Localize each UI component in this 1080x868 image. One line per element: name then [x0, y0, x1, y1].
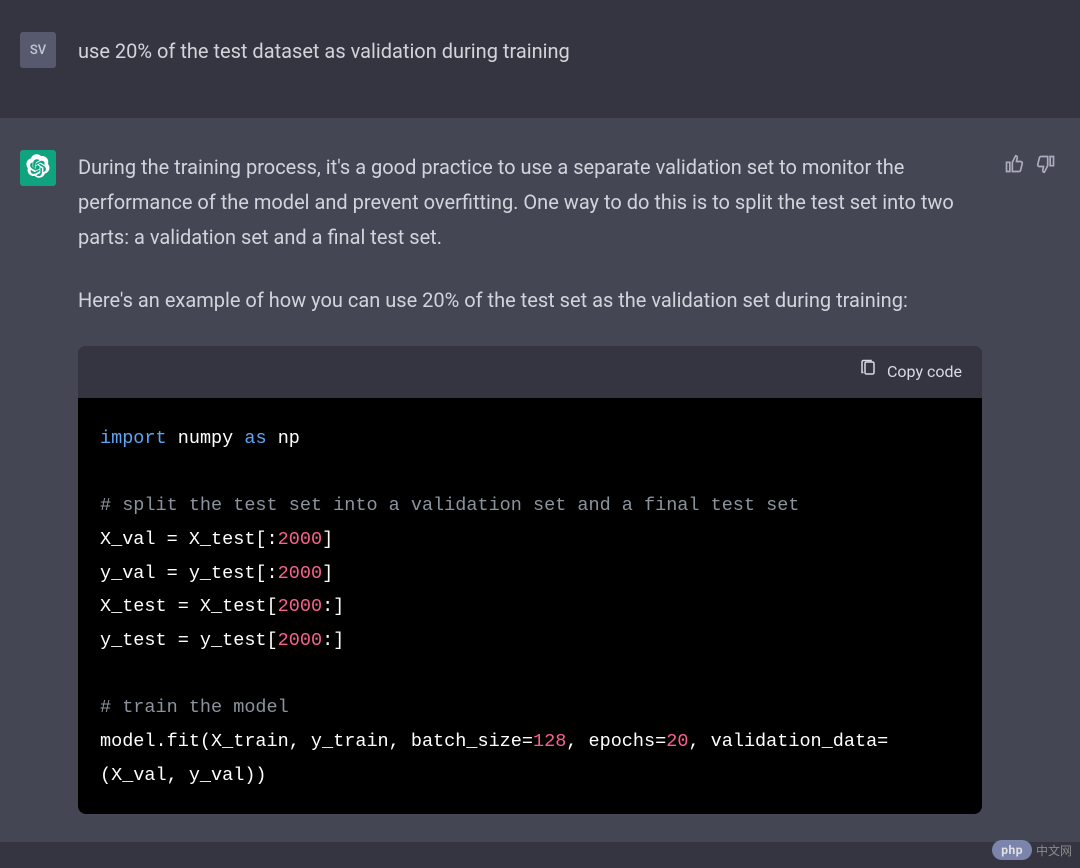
clipboard-icon	[859, 358, 877, 386]
copy-code-label: Copy code	[887, 358, 962, 386]
thumbs-up-icon	[1004, 159, 1024, 178]
user-message-row: SV use 20% of the test dataset as valida…	[0, 0, 1080, 118]
assistant-message-row: During the training process, it's a good…	[0, 118, 1080, 842]
assistant-content: During the training process, it's a good…	[78, 150, 982, 814]
assistant-avatar	[20, 150, 56, 186]
user-message-text: use 20% of the test dataset as validatio…	[78, 36, 570, 66]
code-block: Copy code import numpy as np # split the…	[78, 346, 982, 814]
code-block-header: Copy code	[78, 346, 982, 398]
assistant-paragraph-2: Here's an example of how you can use 20%…	[78, 283, 982, 318]
copy-code-button[interactable]: Copy code	[859, 358, 962, 386]
feedback-button-group	[1004, 154, 1060, 178]
watermark-text: 中文网	[1036, 842, 1072, 859]
watermark-badge: php	[992, 840, 1032, 860]
thumbs-up-button[interactable]	[1004, 154, 1028, 178]
thumbs-down-button[interactable]	[1036, 154, 1060, 178]
openai-logo-icon	[26, 154, 50, 182]
code-content: import numpy as np # split the test set …	[78, 398, 982, 814]
assistant-paragraph-1: During the training process, it's a good…	[78, 150, 982, 255]
user-avatar: SV	[20, 32, 56, 68]
watermark: php 中文网	[992, 840, 1072, 860]
thumbs-down-icon	[1036, 159, 1056, 178]
